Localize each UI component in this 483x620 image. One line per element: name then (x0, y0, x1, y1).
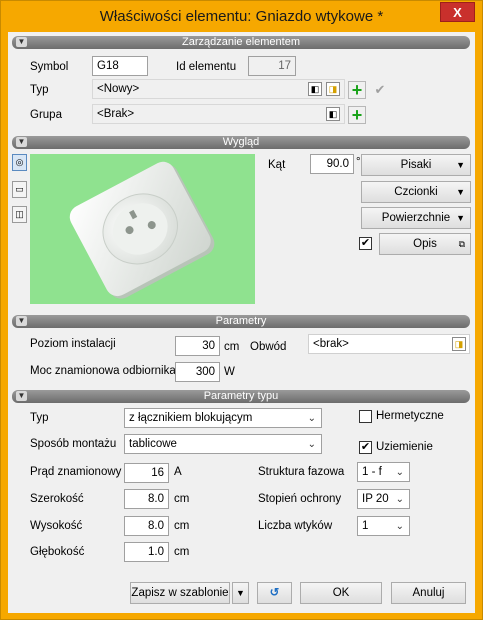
chevron-down-icon: ⌄ (395, 467, 404, 478)
symbol-label: Symbol (30, 61, 69, 73)
dialog-window: Właściwości elementu: Gniazdo wtykowe * … (0, 0, 483, 620)
tp-type-select[interactable]: z łącznikiem blokującym ⌄ (124, 408, 322, 428)
dialog-client: ▼ Zarządzanie elementem Symbol G18 Id el… (8, 32, 475, 613)
power-label: Moc znamionowa odbiornika (30, 365, 176, 377)
width-unit: cm (174, 493, 190, 505)
group-label: Grupa (30, 109, 62, 121)
dropdown-arrow-icon: ▼ (236, 588, 245, 598)
chevron-down-icon: ⌄ (395, 494, 404, 505)
surfaces-button[interactable]: Powierzchnie ▼ (361, 207, 471, 229)
tp-type-label: Typ (30, 412, 49, 424)
3d-view-icon[interactable]: ◫ (12, 206, 27, 223)
circuit-select[interactable]: <brak> (308, 334, 470, 354)
add-type-button[interactable]: + (348, 81, 366, 99)
browse-icon[interactable]: ◧ (326, 107, 340, 121)
chevron-down-icon: ▼ (16, 316, 27, 326)
description-button[interactable]: Opis ⧉ (379, 233, 471, 255)
install-level-unit: cm (224, 341, 240, 353)
element-preview (30, 154, 255, 304)
front-view-icon[interactable]: ▭ (12, 181, 27, 198)
pens-button[interactable]: Pisaki ▼ (361, 154, 471, 176)
close-icon: X (453, 5, 462, 20)
dropdown-arrow-icon: ▼ (456, 160, 465, 170)
depth-input[interactable]: 1.0 (124, 542, 169, 562)
angle-input[interactable]: 90.0 (310, 154, 354, 174)
chevron-down-icon: ▼ (16, 37, 27, 47)
check-icon[interactable]: ✔ (371, 81, 389, 99)
protection-label: Stopień ochrony (258, 493, 342, 505)
width-label: Szerokość (30, 493, 84, 505)
height-input[interactable]: 8.0 (124, 516, 169, 536)
ground-label: Uziemienie (376, 441, 433, 453)
depth-label: Głębokość (30, 546, 85, 558)
cancel-button[interactable]: Anuluj (391, 582, 466, 604)
phase-label: Struktura fazowa (258, 466, 345, 478)
phase-select[interactable]: 1 - f ⌄ (357, 462, 410, 482)
hermetic-label: Hermetyczne (376, 410, 444, 422)
section-appearance-header[interactable]: ▼ Wygląd (12, 136, 470, 149)
type-label: Typ (30, 84, 49, 96)
chevron-down-icon: ▼ (16, 137, 27, 147)
lock-icon[interactable]: ◨ (452, 337, 466, 351)
angle-label: Kąt (268, 159, 286, 171)
current-input[interactable]: 16 (124, 463, 169, 483)
plugs-select[interactable]: 1 ⌄ (357, 516, 410, 536)
section-management-header[interactable]: ▼ Zarządzanie elementem (12, 36, 470, 49)
current-label: Prąd znamionowy (30, 466, 122, 478)
install-level-input[interactable]: 30 (175, 336, 220, 356)
description-checkbox[interactable]: ✔ (359, 237, 372, 250)
chevron-down-icon: ⌄ (307, 413, 316, 424)
undo-icon: ↺ (269, 587, 280, 599)
camera-view-icon[interactable]: ◎ (12, 154, 27, 171)
close-button[interactable]: X (440, 2, 475, 22)
undo-button[interactable]: ↺ (257, 582, 292, 604)
browse-icon[interactable]: ◧ (308, 82, 322, 96)
chevron-down-icon: ⌄ (395, 521, 404, 532)
current-unit: A (174, 466, 182, 478)
power-input[interactable]: 300 (175, 362, 220, 382)
height-unit: cm (174, 520, 190, 532)
width-input[interactable]: 8.0 (124, 489, 169, 509)
window-title: Właściwości elementu: Gniazdo wtykowe * (99, 8, 384, 25)
save-template-dropdown[interactable]: ▼ (232, 582, 249, 604)
group-select[interactable]: <Brak> (92, 104, 345, 124)
symbol-input[interactable]: G18 (92, 56, 148, 76)
mount-select[interactable]: tablicowe ⌄ (124, 434, 322, 454)
id-label: Id elementu (176, 61, 237, 73)
popout-icon: ⧉ (458, 239, 465, 249)
angle-unit: ° (356, 156, 361, 168)
ground-checkbox[interactable]: ✔ (359, 441, 372, 454)
dropdown-arrow-icon: ▼ (456, 187, 465, 197)
socket-preview-image (69, 161, 215, 299)
depth-unit: cm (174, 546, 190, 558)
lock-icon[interactable]: ◨ (326, 82, 340, 96)
chevron-down-icon: ▼ (16, 391, 27, 401)
add-group-button[interactable]: + (348, 106, 366, 124)
dropdown-arrow-icon: ▼ (456, 213, 465, 223)
height-label: Wysokość (30, 520, 83, 532)
id-field: 17 (248, 56, 296, 76)
circuit-label: Obwód (250, 341, 287, 353)
section-parameters-header[interactable]: ▼ Parametry (12, 315, 470, 328)
install-level-label: Poziom instalacji (30, 338, 116, 350)
power-unit: W (224, 366, 235, 378)
plugs-label: Liczba wtyków (258, 520, 333, 532)
chevron-down-icon: ⌄ (307, 439, 316, 450)
hermetic-checkbox[interactable] (359, 410, 372, 423)
mount-label: Sposób montażu (30, 438, 117, 450)
protection-select[interactable]: IP 20 ⌄ (357, 489, 410, 509)
ok-button[interactable]: OK (300, 582, 382, 604)
section-type-parameters-header[interactable]: ▼ Parametry typu (12, 390, 470, 403)
save-template-button[interactable]: Zapisz w szablonie (130, 582, 230, 604)
fonts-button[interactable]: Czcionki ▼ (361, 181, 471, 203)
